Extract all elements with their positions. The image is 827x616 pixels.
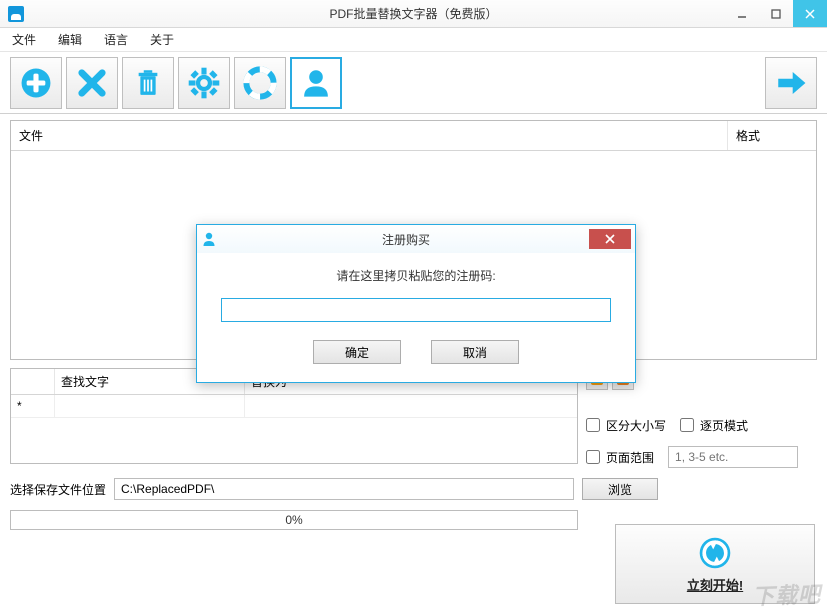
menu-file[interactable]: 文件 — [12, 31, 36, 48]
col-format[interactable]: 格式 — [728, 121, 816, 150]
remove-button[interactable] — [66, 57, 118, 109]
plus-circle-icon — [19, 66, 53, 100]
start-label: 立刻开始! — [687, 575, 743, 594]
refresh-icon — [697, 535, 733, 571]
page-mode-label: 逐页模式 — [700, 417, 748, 434]
bottom-panel: 查找文字 替换为 * 区分大小写 逐页模式 页面范围 — [0, 364, 827, 540]
register-button[interactable] — [290, 57, 342, 109]
help-button[interactable] — [234, 57, 286, 109]
ok-button[interactable]: 确定 — [313, 340, 401, 364]
page-range-checkbox[interactable]: 页面范围 — [586, 446, 654, 468]
clear-button[interactable] — [122, 57, 174, 109]
titlebar: PDF批量替换文字器（免费版） — [0, 0, 827, 28]
menu-language[interactable]: 语言 — [104, 31, 128, 48]
settings-button[interactable] — [178, 57, 230, 109]
replace-controls: 区分大小写 逐页模式 页面范围 — [586, 368, 798, 468]
toolbar — [0, 52, 827, 114]
case-sensitive-checkbox[interactable]: 区分大小写 — [586, 414, 666, 436]
row-find-cell[interactable] — [55, 395, 245, 417]
browse-button[interactable]: 浏览 — [582, 478, 658, 500]
dialog-message: 请在这里拷贝粘贴您的注册码: — [221, 267, 611, 284]
menubar: 文件 编辑 语言 关于 — [0, 28, 827, 52]
table-row[interactable]: * — [11, 395, 577, 418]
gear-icon — [187, 66, 221, 100]
next-button[interactable] — [765, 57, 817, 109]
register-dialog: 注册购买 请在这里拷贝粘贴您的注册码: 确定 取消 — [196, 224, 636, 383]
user-icon — [299, 66, 333, 100]
row-marker: * — [11, 395, 55, 417]
start-button[interactable]: 立刻开始! — [615, 524, 815, 604]
save-path-label: 选择保存文件位置 — [10, 481, 106, 498]
menu-about[interactable]: 关于 — [150, 31, 174, 48]
case-sensitive-label: 区分大小写 — [606, 417, 666, 434]
row-replace-cell[interactable] — [245, 395, 577, 417]
trash-icon — [131, 66, 165, 100]
page-range-label: 页面范围 — [606, 449, 654, 466]
file-list-header: 文件 格式 — [11, 121, 816, 151]
page-range-input[interactable] — [668, 446, 798, 468]
progress-bar: 0% — [10, 510, 578, 530]
lifebuoy-icon — [243, 66, 277, 100]
menu-edit[interactable]: 编辑 — [58, 31, 82, 48]
dialog-close-button[interactable] — [589, 229, 631, 249]
cancel-button[interactable]: 取消 — [431, 340, 519, 364]
col-file[interactable]: 文件 — [11, 121, 728, 150]
save-path-input[interactable] — [114, 478, 574, 500]
window-title: PDF批量替换文字器（免费版） — [0, 5, 827, 22]
registration-code-input[interactable] — [221, 298, 611, 322]
dialog-title: 注册购买 — [223, 231, 589, 248]
col-blank — [11, 369, 55, 394]
user-icon — [201, 231, 217, 247]
page-mode-checkbox[interactable]: 逐页模式 — [680, 414, 748, 436]
arrow-right-icon — [774, 66, 808, 100]
x-icon — [75, 66, 109, 100]
close-icon — [605, 234, 615, 244]
add-button[interactable] — [10, 57, 62, 109]
dialog-titlebar[interactable]: 注册购买 — [197, 225, 635, 253]
